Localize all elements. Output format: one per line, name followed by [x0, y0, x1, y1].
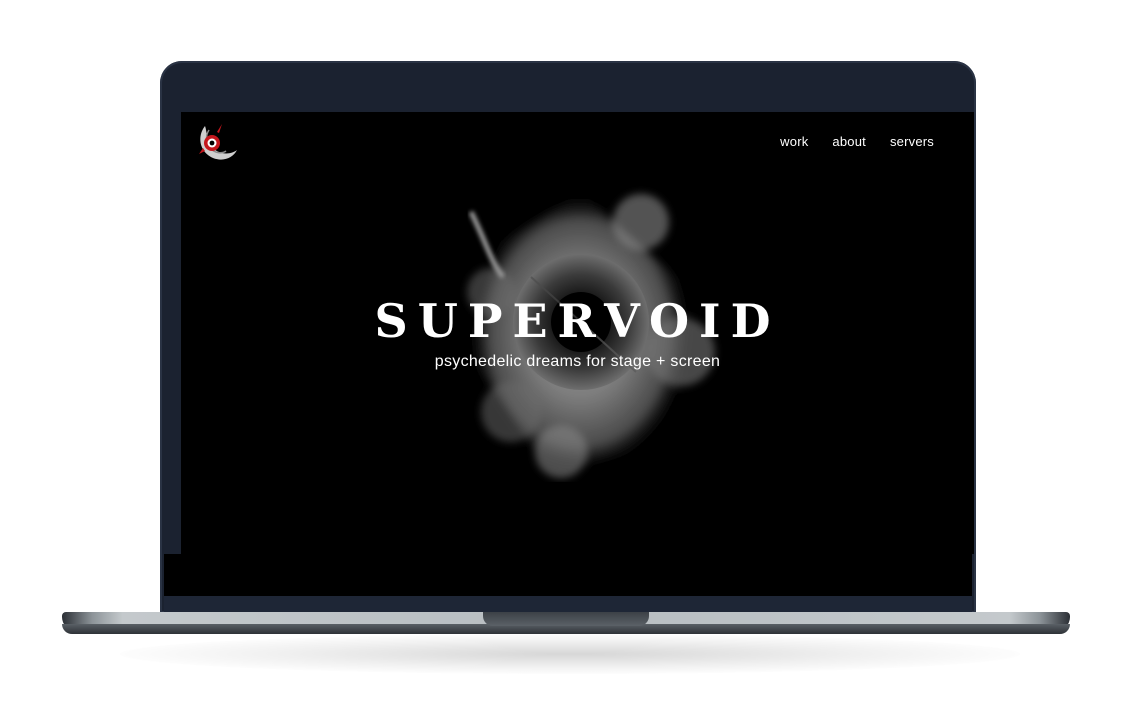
hero-subtitle: psychedelic dreams for stage + screen: [434, 353, 721, 370]
red-crescent-eye-icon[interactable]: [195, 118, 241, 164]
laptop-shadow: [120, 634, 1020, 674]
website-screen: work about servers SUPERVOID psychedelic…: [181, 112, 974, 554]
hero-title: SUPERVOID: [374, 294, 781, 348]
laptop-mockup: work about servers SUPERVOID psychedelic…: [0, 0, 1132, 715]
laptop-notch: [483, 612, 649, 626]
nav-link-work[interactable]: work: [780, 134, 808, 149]
laptop-hinge: [164, 596, 972, 613]
main-nav: work about servers: [780, 134, 934, 149]
nav-link-about[interactable]: about: [832, 134, 866, 149]
nav-link-servers[interactable]: servers: [890, 134, 934, 149]
screen-bottom-bezel: [164, 554, 972, 596]
